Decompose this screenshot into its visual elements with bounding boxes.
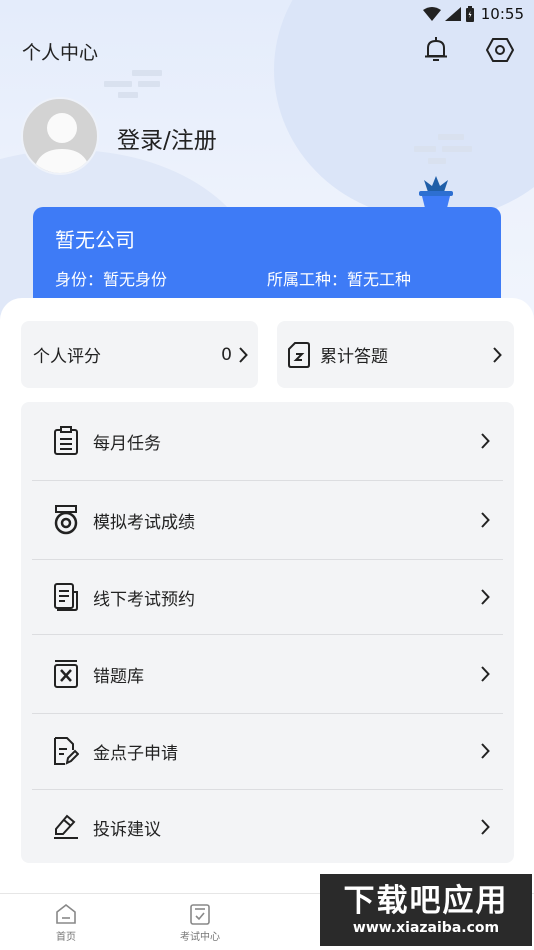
battery-icon	[465, 6, 474, 22]
nav-item-home[interactable]: 首页	[21, 894, 111, 950]
menu-item-offline-exam-booking[interactable]: 线下考试预约	[32, 574, 503, 620]
divider	[32, 789, 503, 790]
menu-item-golden-idea[interactable]: 金点子申请	[32, 728, 503, 774]
score-value: 0	[221, 344, 232, 365]
company-name: 暂无公司	[55, 228, 135, 252]
decor-brick	[118, 92, 138, 98]
notification-button[interactable]	[418, 32, 454, 68]
status-bar: 10:55	[422, 0, 524, 28]
answer-sheet-icon	[288, 341, 310, 368]
decor-brick	[414, 146, 436, 152]
personal-score-card[interactable]: 个人评分 0	[21, 321, 258, 388]
decor-brick	[138, 81, 160, 87]
decor-brick	[132, 70, 162, 76]
home-icon	[56, 903, 76, 924]
login-register-link[interactable]: 登录/注册	[117, 121, 217, 155]
nav-label: 考试中心	[180, 932, 220, 943]
divider	[32, 480, 503, 481]
exam-icon	[190, 904, 210, 925]
menu-item-monthly-tasks[interactable]: 每月任务	[32, 418, 503, 464]
chevron-right-icon	[481, 433, 490, 449]
menu-item-label: 金点子申请	[93, 743, 178, 764]
chevron-right-icon	[493, 346, 502, 363]
divider	[32, 559, 503, 560]
settings-icon	[486, 38, 514, 62]
watermark-url: www.xiazaiba.com	[352, 920, 500, 936]
chevron-right-icon	[481, 512, 490, 528]
chevron-right-icon	[481, 666, 490, 682]
job-type-text: 所属工种：暂无工种	[267, 270, 412, 289]
chevron-right-icon	[481, 589, 490, 605]
nav-label: 首页	[56, 932, 76, 943]
chevron-right-icon	[481, 743, 490, 759]
settings-button[interactable]	[482, 32, 518, 68]
avatar[interactable]	[21, 97, 99, 175]
wrong-box-icon	[52, 659, 80, 689]
menu-list: 每月任务 模拟考试成绩 线下考试预约 错题库 金点子申请 投诉建议	[21, 402, 514, 863]
total-answers-card[interactable]: 累计答题	[277, 321, 514, 388]
page-title: 个人中心	[22, 42, 99, 64]
answers-label: 累计答题	[320, 347, 388, 367]
menu-item-wrong-questions[interactable]: 错题库	[32, 651, 503, 697]
decor-brick	[438, 134, 464, 140]
wifi-icon	[422, 7, 441, 21]
edit-document-icon	[52, 736, 80, 766]
menu-item-label: 模拟考试成绩	[93, 512, 195, 533]
decor-brick	[428, 158, 446, 164]
feedback-pen-icon	[52, 812, 80, 842]
divider	[32, 713, 503, 714]
chevron-right-icon	[481, 819, 490, 835]
menu-item-label: 错题库	[93, 666, 144, 687]
divider	[32, 634, 503, 635]
status-icons	[422, 6, 475, 22]
document-icon	[52, 582, 80, 612]
menu-item-label: 每月任务	[93, 433, 161, 454]
decor-brick	[104, 81, 132, 87]
status-time: 10:55	[480, 5, 524, 23]
nav-item-exam-center[interactable]: 考试中心	[155, 894, 245, 950]
decor-brick	[442, 146, 472, 152]
chevron-right-icon	[239, 346, 248, 363]
menu-item-complaints[interactable]: 投诉建议	[32, 804, 503, 850]
menu-item-label: 投诉建议	[93, 819, 161, 840]
clipboard-icon	[52, 426, 80, 456]
identity-text: 身份：暂无身份	[55, 270, 168, 289]
menu-item-label: 线下考试预约	[93, 589, 195, 610]
signal-icon	[444, 7, 461, 21]
watermark-logo: 下载吧应用 www.xiazaiba.com	[320, 874, 532, 946]
menu-item-mock-exam-scores[interactable]: 模拟考试成绩	[32, 497, 503, 543]
watermark-title: 下载吧应用	[343, 883, 509, 919]
score-label: 个人评分	[33, 347, 101, 367]
medal-icon	[52, 505, 80, 535]
bell-icon	[425, 37, 447, 61]
